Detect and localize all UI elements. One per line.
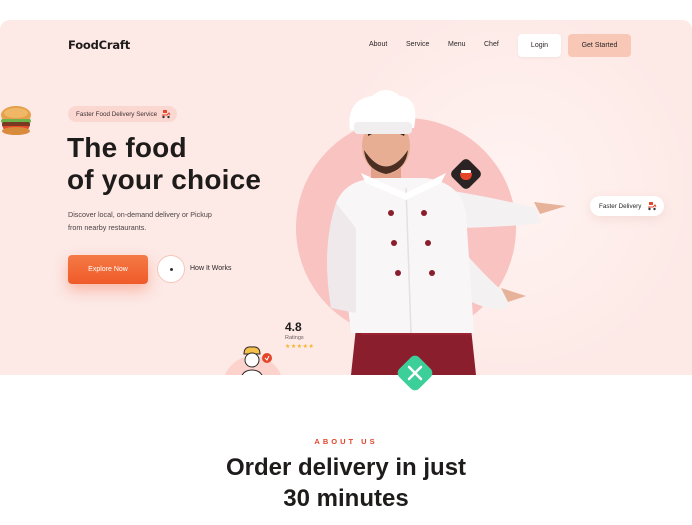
about-title-line-1: Order delivery in just: [225, 454, 467, 481]
chef-avatar-icon: [225, 346, 281, 375]
play-icon: [169, 267, 173, 271]
fork-knife-icon: [397, 355, 433, 391]
hero-badge: Faster Food Delivery Service: [68, 106, 178, 122]
get-started-button[interactable]: Get Started: [568, 34, 631, 57]
hero-subtext: Discover local, on-demand delivery or Pi…: [68, 208, 258, 234]
hero-headline-line-2: of your choice: [67, 164, 262, 195]
hero-subtext-line-1: Discover local, on-demand delivery or Pi…: [68, 210, 212, 219]
about-title-line-2: 30 minutes: [283, 485, 409, 512]
about-label: ABOUT US: [314, 437, 378, 446]
hero-section: FoodCraft About Service Menu Chef Login …: [0, 20, 692, 375]
food-bowl-icon: [451, 159, 481, 189]
how-it-works-link[interactable]: How It Works: [190, 265, 232, 272]
hero-headline: The food of your choice: [67, 132, 261, 196]
faster-delivery-tag: Faster Delivery: [590, 196, 664, 216]
nav-item-chef[interactable]: Chef: [484, 41, 499, 48]
play-button[interactable]: [157, 255, 185, 283]
hero-headline-line-1: The food: [67, 132, 187, 163]
hero-subtext-line-2: from nearby restaurants.: [68, 223, 147, 232]
login-button[interactable]: Login: [518, 34, 561, 57]
explore-now-button[interactable]: Explore Now: [68, 255, 148, 284]
nav-item-about[interactable]: About: [369, 41, 387, 48]
burger-icon: [1, 106, 31, 135]
nav-item-service[interactable]: Service: [406, 41, 429, 48]
delivery-scooter-icon: [648, 202, 657, 211]
about-title: Order delivery in just 30 minutes: [0, 452, 692, 514]
faster-delivery-label: Faster Delivery: [599, 202, 642, 210]
hero-badge-label: Faster Food Delivery Service: [76, 110, 158, 118]
delivery-scooter-icon: [162, 110, 171, 119]
nav-item-menu[interactable]: Menu: [448, 41, 466, 48]
chef-illustration: [296, 90, 566, 375]
landing-page: FoodCraft About Service Menu Chef Login …: [0, 0, 692, 525]
